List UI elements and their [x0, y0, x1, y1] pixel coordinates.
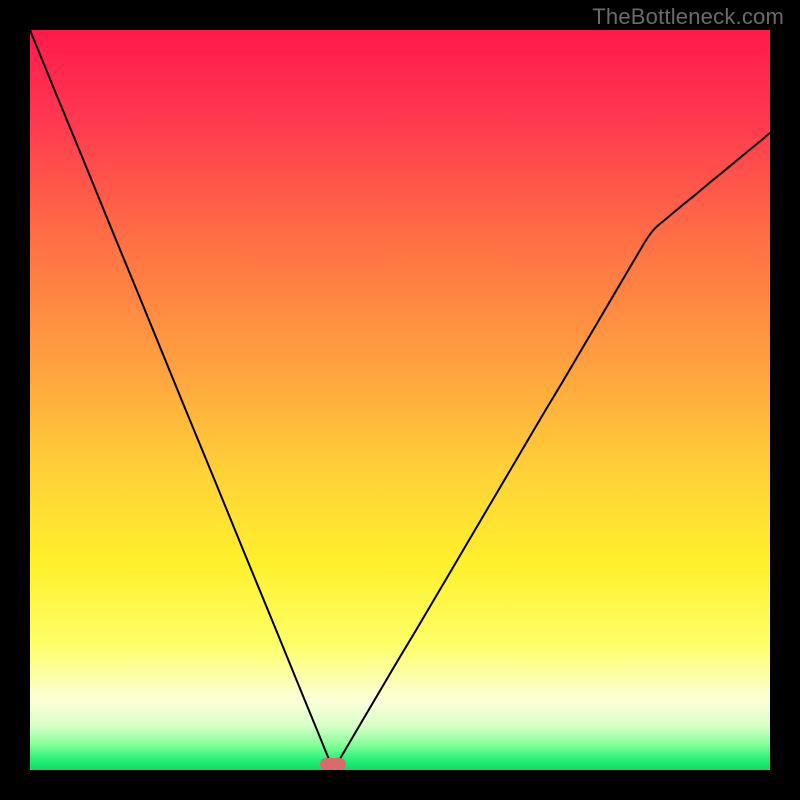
plot-area	[30, 30, 770, 770]
watermark-text: TheBottleneck.com	[592, 4, 784, 30]
optimum-marker	[320, 758, 346, 770]
bottleneck-curve	[30, 30, 770, 770]
chart-frame: TheBottleneck.com	[0, 0, 800, 800]
